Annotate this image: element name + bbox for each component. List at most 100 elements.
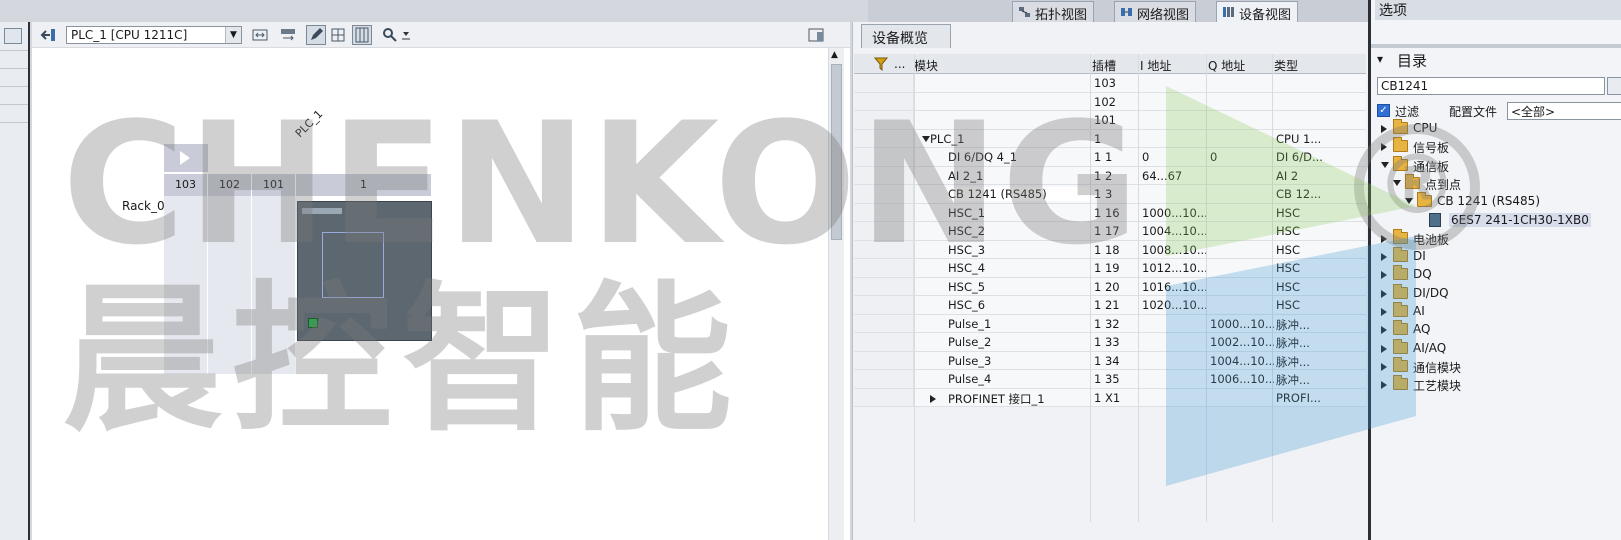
search-icon[interactable] (1607, 77, 1621, 95)
compile-icon[interactable] (4, 28, 22, 44)
table-row[interactable]: HSC_4 1 19 1012...10... HSC (854, 259, 1366, 278)
tia-portal-window: 拓扑视图 网络视图 设备视图 PLC_1 [CPU 1211C] ▼ Rack_… (0, 0, 1621, 540)
slot-body[interactable] (208, 196, 252, 374)
expand-icon[interactable] (930, 394, 936, 403)
scroll-up-icon[interactable]: ▲ (831, 50, 838, 60)
table-row[interactable]: AI 2_1 1 2 64...67 AI 2 (854, 166, 1366, 185)
type-cell: AI 2 (1276, 168, 1299, 183)
expand-icon[interactable] (1381, 381, 1387, 390)
profile-select[interactable]: <全部> (1507, 102, 1621, 120)
catalog-search-input[interactable]: CB1241 (1377, 77, 1605, 95)
col-type[interactable]: 类型 (1274, 57, 1298, 74)
module-cell[interactable]: HSC_5 (948, 280, 1090, 294)
tab-network-view[interactable]: 网络视图 (1114, 1, 1197, 23)
cpu-module-image[interactable] (297, 201, 432, 341)
table-row[interactable]: HSC_6 1 21 1020...10... HSC (854, 296, 1366, 315)
folder-icon (1393, 228, 1408, 244)
table-row[interactable]: Pulse_3 1 34 1004...10... 脉冲... (854, 351, 1366, 370)
tab-topology-view[interactable]: 拓扑视图 (1012, 1, 1095, 23)
filter-icon[interactable] (874, 57, 888, 71)
table-row[interactable]: 102 (854, 92, 1366, 111)
slot-103[interactable]: 103 (164, 174, 208, 196)
table-row[interactable]: 103 (854, 74, 1366, 93)
table-row[interactable]: PROFINET 接口_1 1 X1 PROFI... (854, 388, 1366, 407)
panel-toggle-icon[interactable] (806, 25, 826, 45)
module-cell[interactable]: HSC_4 (948, 261, 1090, 275)
folder-icon (1405, 173, 1420, 189)
module-cell[interactable]: HSC_3 (948, 243, 1090, 257)
address-icon[interactable] (278, 25, 298, 45)
expand-icon[interactable] (1381, 326, 1387, 335)
collapse-icon[interactable] (1381, 161, 1389, 168)
expand-icon[interactable] (1381, 125, 1387, 133)
module-cell[interactable]: Pulse_3 (948, 354, 1090, 368)
col-slot[interactable]: 插槽 (1092, 57, 1116, 74)
table-row[interactable]: HSC_1 1 16 1000...10... HSC (854, 203, 1366, 222)
table-icon[interactable] (352, 25, 372, 45)
expand-icon[interactable] (1381, 344, 1387, 353)
col-q-address[interactable]: Q 地址 (1208, 57, 1245, 74)
chevron-down-icon[interactable]: ▼ (225, 27, 241, 43)
module-cell[interactable]: Pulse_4 (948, 372, 1090, 386)
col-i-address[interactable]: I 地址 (1140, 57, 1171, 74)
table-header: ... 模块 插槽 I 地址 Q 地址 类型 (854, 54, 1366, 74)
table-row[interactable]: PLC_1 1 CPU 1... (854, 129, 1366, 148)
table-row[interactable]: CB 1241 (RS485) 1 3 CB 12... (854, 185, 1366, 204)
zoom-icon[interactable] (380, 25, 400, 45)
grid-icon[interactable] (328, 25, 348, 45)
collapse-icon[interactable] (922, 135, 930, 142)
expand-icon[interactable] (1381, 362, 1387, 371)
expand-icon[interactable] (1381, 289, 1387, 298)
expand-icon[interactable] (1381, 234, 1387, 243)
slot-body[interactable] (164, 196, 208, 374)
slot-1[interactable]: 1 (296, 174, 432, 196)
module-cell[interactable]: PLC_1 (930, 132, 1090, 146)
network-icon (1121, 8, 1132, 16)
tab-device-view[interactable]: 设备视图 (1216, 1, 1299, 23)
cb1241-board[interactable] (322, 232, 384, 298)
expand-icon[interactable] (1381, 271, 1387, 280)
zoom-dropdown-icon[interactable] (398, 25, 418, 45)
device-select[interactable]: PLC_1 [CPU 1211C] ▼ (66, 26, 242, 44)
module-cell[interactable]: HSC_6 (948, 298, 1090, 312)
catalog-title: 目录 (1397, 52, 1428, 70)
table-row[interactable]: Pulse_2 1 33 1002...10... 脉冲... (854, 333, 1366, 352)
canvas-scrollbar[interactable]: ▲ (828, 48, 844, 540)
filter-checkbox[interactable]: ✓ (1377, 104, 1390, 117)
pen-icon[interactable] (306, 25, 326, 45)
col-module[interactable]: 模块 (914, 57, 938, 74)
q-address-cell: 1000...10... (1210, 316, 1274, 331)
network-overview-icon[interactable] (38, 25, 58, 45)
slot-body[interactable] (252, 196, 296, 374)
table-row[interactable]: HSC_5 1 20 1016...10... HSC (854, 277, 1366, 296)
module-cell[interactable]: CB 1241 (RS485) (948, 187, 1090, 201)
tree-item-label: AI/AQ (1413, 340, 1447, 355)
table-row[interactable]: HSC_3 1 18 1008...10... HSC (854, 240, 1366, 259)
table-row[interactable]: DI 6/DQ 4_1 1 1 0 0 DI 6/D... (854, 148, 1366, 167)
tab-device-overview[interactable]: 设备概览 (861, 24, 951, 48)
scrollbar-thumb[interactable] (831, 64, 842, 240)
expand-icon[interactable] (1381, 253, 1387, 262)
module-cell[interactable]: AI 2_1 (948, 169, 1090, 183)
module-cell[interactable]: HSC_1 (948, 206, 1090, 220)
module-cell[interactable]: DI 6/DQ 4_1 (948, 150, 1090, 164)
catalog-header[interactable]: ▾ 目录 (1375, 50, 1621, 70)
table-row[interactable]: Pulse_1 1 32 1000...10... 脉冲... (854, 314, 1366, 333)
device-view-canvas[interactable]: PLC_1 [CPU 1211C] ▼ Rack_0 PLC_1 103 102… (32, 22, 850, 540)
collapse-icon[interactable] (1405, 198, 1413, 205)
chevron-down-icon[interactable]: ▾ (1377, 52, 1383, 66)
module-cell[interactable]: PROFINET 接口_1 (948, 391, 1090, 407)
expand-arrow-icon[interactable] (164, 144, 208, 172)
collapse-icon[interactable] (1393, 179, 1401, 186)
expand-icon[interactable] (1381, 143, 1387, 152)
module-cell[interactable]: HSC_2 (948, 224, 1090, 238)
expand-icon[interactable] (1381, 308, 1387, 316)
slot-101[interactable]: 101 (252, 174, 296, 196)
table-row[interactable]: Pulse_4 1 35 1006...10... 脉冲... (854, 370, 1366, 389)
swap-icon[interactable] (250, 25, 270, 45)
table-row[interactable]: HSC_2 1 17 1004...10... HSC (854, 222, 1366, 241)
module-cell[interactable]: Pulse_2 (948, 335, 1090, 349)
module-cell[interactable]: Pulse_1 (948, 317, 1090, 331)
table-row[interactable]: 101 (854, 111, 1366, 130)
slot-102[interactable]: 102 (208, 174, 252, 196)
